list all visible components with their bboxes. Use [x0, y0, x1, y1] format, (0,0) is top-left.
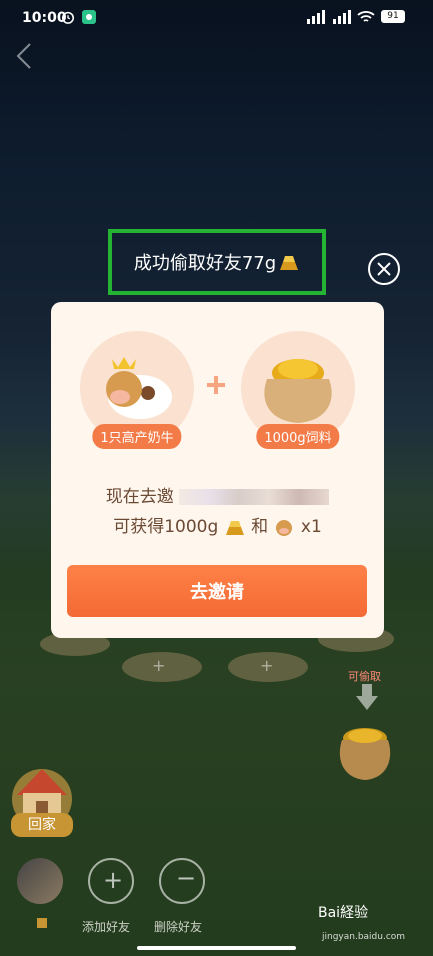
invite-line-2: 可获得1000g 和 x1 — [113, 517, 322, 537]
invite-line-1: 现在去邀 — [51, 482, 384, 507]
signal-icon — [307, 10, 351, 24]
watermark-brand: Bai経验 — [318, 905, 369, 921]
app-notification-icon — [82, 10, 96, 24]
reward-feed-label: 1000g饲料 — [256, 424, 340, 449]
delete-friend-button[interactable]: − — [159, 858, 205, 904]
home-button[interactable]: 回家 — [7, 763, 77, 841]
close-icon — [377, 262, 391, 276]
minus-icon: − — [176, 864, 197, 892]
gold-ingot-icon — [225, 521, 244, 535]
reward-cow-label: 1只高产奶牛 — [92, 424, 182, 449]
battery-level: 91 — [387, 11, 399, 21]
down-arrow-icon — [356, 684, 378, 710]
gold-ingot-icon — [280, 256, 299, 270]
back-arrow-icon[interactable] — [14, 42, 36, 70]
plus-icon — [207, 376, 225, 394]
feed-sack-icon[interactable] — [336, 722, 394, 782]
invite-button[interactable]: 去邀请 — [67, 565, 367, 617]
friend-avatar[interactable] — [17, 858, 63, 904]
toast-text: 成功偷取好友77g — [133, 253, 277, 274]
cow-head-icon — [276, 520, 293, 536]
status-bar: 10:00 91 — [0, 0, 433, 36]
friend-avatar-badge — [37, 918, 47, 928]
watermark-url: jingyan.baidu.com — [322, 932, 406, 942]
add-friend-button[interactable]: + — [88, 858, 134, 904]
alarm-icon — [61, 11, 75, 24]
can-steal-label: 可偷取 — [348, 670, 381, 683]
close-button[interactable] — [368, 253, 400, 285]
add-friend-label: 添加好友 — [82, 920, 131, 934]
blurred-text — [179, 489, 330, 505]
battery-icon: 91 — [381, 10, 405, 23]
plot-plus-icon: + — [152, 656, 166, 675]
reward-feed: 1000g饲料 — [241, 331, 355, 449]
plot-plus-icon: + — [260, 656, 274, 675]
steal-result-toast: 成功偷取好友77g — [108, 229, 326, 295]
reward-cow: 1只高产奶牛 — [80, 331, 194, 449]
gesture-nav-bar[interactable] — [137, 946, 296, 950]
plus-icon: + — [103, 866, 124, 894]
delete-friend-label: 删除好友 — [154, 920, 203, 934]
home-label: 回家 — [11, 813, 73, 837]
wifi-icon — [357, 11, 375, 22]
